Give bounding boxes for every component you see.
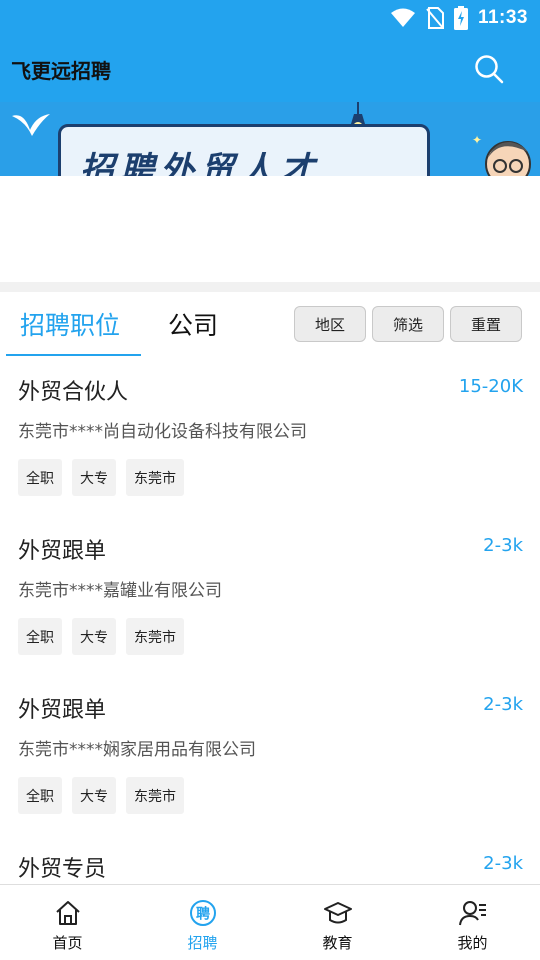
job-title: 外贸跟单 [18,698,107,723]
nav-education[interactable]: 教育 [270,885,405,960]
nav-recruit[interactable]: 聘 招聘 [135,885,270,960]
tag-location: 东莞市 [126,618,184,655]
job-salary: 2-3k [483,694,523,715]
character-illustration-icon: ✦ [472,133,531,176]
job-tags: 全职 大专 东莞市 [18,618,184,655]
nav-home[interactable]: 首页 [0,885,135,960]
job-company: 东莞市****嘉罐业有限公司 [18,581,222,601]
status-icons: 11:33 [390,6,528,30]
tag-job-type: 全职 [18,618,62,655]
job-salary: 15-20K [458,376,523,397]
tag-location: 东莞市 [126,777,184,814]
tab-company[interactable]: 公司 [168,306,218,342]
nav-label: 首页 [52,934,83,952]
tag-job-type: 全职 [18,459,62,496]
job-title: 外贸跟单 [18,539,107,564]
tab-bar: 招聘职位 公司 地区 筛选 重置 [0,292,540,358]
promo-banner[interactable]: 招聘外贸人才 ✦ [0,102,540,176]
search-button[interactable] [470,50,508,88]
home-icon [56,901,80,925]
job-title: 外贸合伙人 [18,380,129,405]
job-salary: 2-3k [483,535,523,556]
tag-education: 大专 [72,459,116,496]
app-header: 11:33 飞更远招聘 [0,0,540,102]
job-tags: 全职 大专 东莞市 [18,777,184,814]
status-time: 11:33 [477,7,528,28]
app-title: 飞更远招聘 [11,59,111,83]
nav-label: 我的 [457,934,488,952]
graduation-cap-icon [324,902,352,924]
tag-education: 大专 [72,777,116,814]
bottom-nav: 首页 聘 招聘 教育 我的 [0,884,540,960]
job-company: 东莞市****尚自动化设备科技有限公司 [18,422,307,442]
search-icon [475,55,504,84]
job-item[interactable]: 外贸合伙人 15-20K 东莞市****尚自动化设备科技有限公司 全职 大专 东… [0,358,540,517]
job-title: 外贸专员 [18,857,107,882]
job-salary: 2-3k [483,853,523,874]
wifi-icon [390,8,415,27]
region-button[interactable]: 地区 [294,306,366,342]
recruit-icon: 聘 [190,900,216,926]
no-sim-icon [426,7,444,29]
nav-profile[interactable]: 我的 [405,885,540,960]
svg-text:聘: 聘 [196,906,210,923]
job-company: 东莞市****娴家居用品有限公司 [18,740,256,760]
banner-text: 招聘外贸人才 [80,150,320,176]
app-screen: 11:33 飞更远招聘 招聘外贸人才 ✦ 招聘职位 公司 地区 筛选 重置 外贸… [0,0,540,960]
battery-charging-icon [453,6,468,30]
tag-location: 东莞市 [126,459,184,496]
status-bar: 11:33 [0,0,540,36]
job-tags: 全职 大专 东莞市 [18,459,184,496]
profile-icon [459,901,486,926]
job-item[interactable]: 外贸跟单 2-3k 东莞市****娴家居用品有限公司 全职 大专 东莞市 [0,676,540,835]
job-item[interactable]: 外贸专员 2-3k [0,835,540,884]
job-item[interactable]: 外贸跟单 2-3k 东莞市****嘉罐业有限公司 全职 大专 东莞市 [0,517,540,676]
reset-button[interactable]: 重置 [450,306,522,342]
filter-button[interactable]: 筛选 [372,306,444,342]
banner-logo-icon [12,114,50,136]
nav-label: 教育 [322,934,353,952]
job-list: 外贸合伙人 15-20K 东莞市****尚自动化设备科技有限公司 全职 大专 东… [0,358,540,884]
nav-label: 招聘 [187,934,218,952]
svg-text:✦: ✦ [472,133,482,147]
active-tab-indicator [6,354,141,356]
tag-education: 大专 [72,618,116,655]
tag-job-type: 全职 [18,777,62,814]
section-divider [0,282,540,292]
tab-jobs[interactable]: 招聘职位 [20,306,120,342]
